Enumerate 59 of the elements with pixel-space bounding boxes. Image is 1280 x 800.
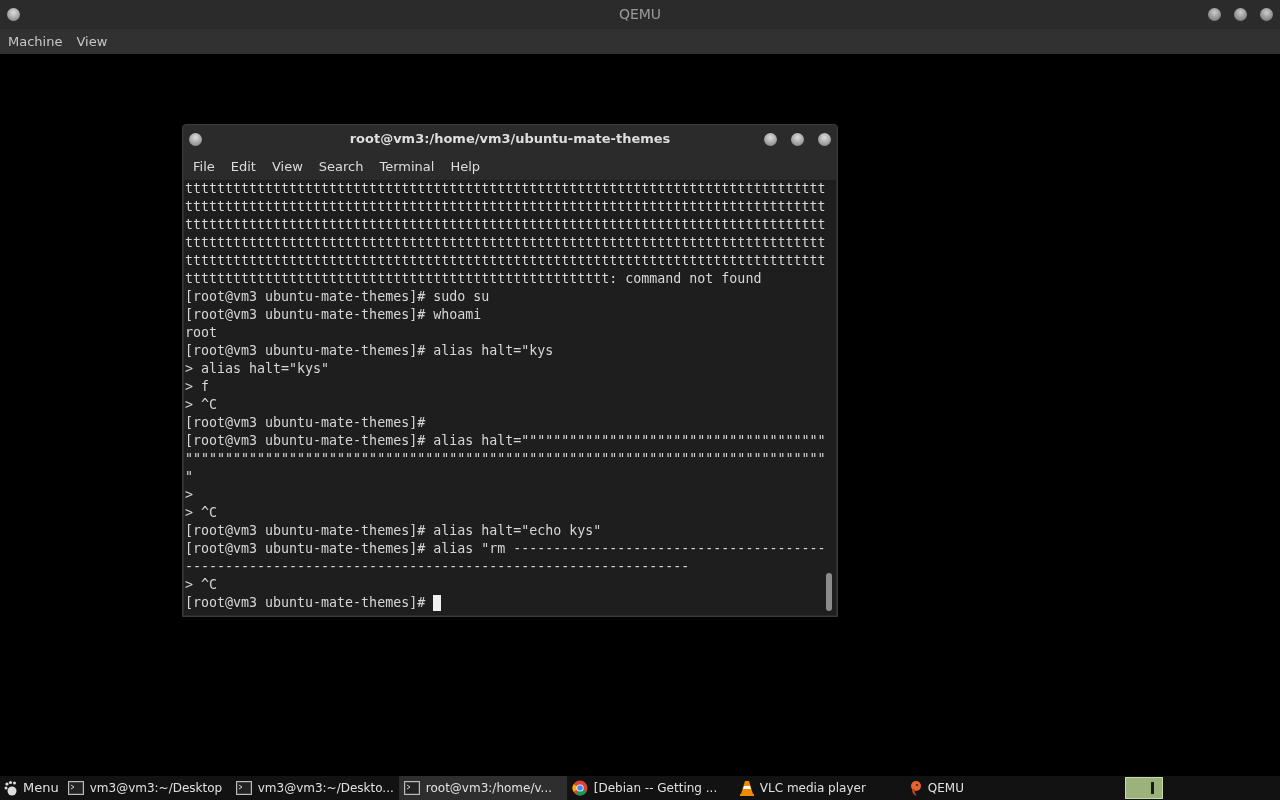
terminal-line: " [185,468,193,486]
terminal-line: ttttttttttttttttttttttttttttttttttttttttttttttttttttt: command not found [185,270,762,288]
taskbar-button[interactable]: QEMU [902,776,1071,800]
foot-icon [4,780,18,796]
traffic-cone-icon [739,780,754,796]
taskbar-button[interactable]: [Debian -- Getting ... [566,776,735,800]
terminal-icon [403,781,420,795]
close-button[interactable] [1260,8,1273,21]
minimize-button[interactable] [1208,8,1221,21]
terminal-line: tttttttttttttttttttttttttttttttttttttttttttttttttttttttttttttttttttttttttttttttt [185,234,826,252]
terminal-line: [root@vm3 ubuntu-mate-themes]# alias halt="""""""""""""""""""""""""""""""""""""" [185,432,826,450]
terminal-line: > f [185,378,210,396]
terminal-line: [root@vm3 ubuntu-mate-themes]# [185,594,427,612]
minimize-button[interactable] [764,132,777,146]
taskbar-button[interactable]: vm3@vm3:~/Deskto... [230,776,399,800]
window-menu-icon[interactable] [189,132,202,146]
menu-item[interactable]: Search [310,156,372,177]
terminal-line: tttttttttttttttttttttttttttttttttttttttttttttttttttttttttttttttttttttttttttttttt [185,198,826,216]
window-menu-icon[interactable] [7,8,20,21]
terminal-line: tttttttttttttttttttttttttttttttttttttttttttttttttttttttttttttttttttttttttttttttt [185,216,826,234]
terminal-line: > ^C [185,504,218,522]
terminal-line: --------------------------------------------------------------- [185,558,690,576]
terminal-line: > [185,486,193,504]
menu-item[interactable]: File [185,156,223,177]
terminal-line: root [185,324,218,342]
taskbar-button[interactable]: root@vm3:/home/v... [398,776,567,800]
terminal-line: [root@vm3 ubuntu-mate-themes]# alias "rm --------------------------------------- [185,540,826,558]
menu-item[interactable]: Edit [222,156,264,177]
terminal-icon [235,781,252,795]
menu-button[interactable]: Menu [0,776,63,800]
menu-item[interactable]: Machine [2,31,69,52]
terminal-line: tttttttttttttttttttttttttttttttttttttttttttttttttttttttttttttttttttttttttttttttt [185,180,826,198]
terminal-line: [root@vm3 ubuntu-mate-themes]# alias halt="kys [185,342,554,360]
menu-item[interactable]: Help [442,156,489,177]
text-cursor [433,595,442,611]
terminal-line: [root@vm3 ubuntu-mate-themes]# [185,414,426,432]
terminal-line: > alias halt="kys" [185,360,330,378]
scrollbar-thumb[interactable] [826,573,832,611]
workspace-window-icon [1151,782,1154,794]
menu-item[interactable]: Terminal [371,156,443,177]
terminal-line: > ^C [185,576,218,594]
taskbar-button[interactable]: vm3@vm3:~/Desktop [62,776,231,800]
close-button[interactable] [818,132,831,146]
taskbar-button[interactable]: VLC media player [734,776,903,800]
maximize-button[interactable] [1234,8,1247,21]
terminal-line: tttttttttttttttttttttttttttttttttttttttttttttttttttttttttttttttttttttttttttttttt [185,252,826,270]
window-title: QEMU [618,5,662,24]
terminal-line: [root@vm3 ubuntu-mate-themes]# whoami [185,306,482,324]
terminal-line: [root@vm3 ubuntu-mate-themes]# alias halt="echo kys" [185,522,602,540]
maximize-button[interactable] [791,132,804,146]
terminal-icon [67,781,84,795]
menu-item[interactable]: View [263,156,311,177]
workspace-switcher[interactable] [1125,777,1163,799]
terminal-line: """""""""""""""""""""""""""""""""""""""""""""""""""""""""""""""""""""""""""""""" [185,450,826,468]
window-title: root@vm3:/home/vm3/ubuntu-mate-themes [349,130,671,149]
browser-icon [571,780,588,796]
menu-item[interactable]: View [70,31,114,52]
terminal-line: [root@vm3 ubuntu-mate-themes]# sudo su [185,288,490,306]
terminal-line: > ^C [185,396,218,414]
